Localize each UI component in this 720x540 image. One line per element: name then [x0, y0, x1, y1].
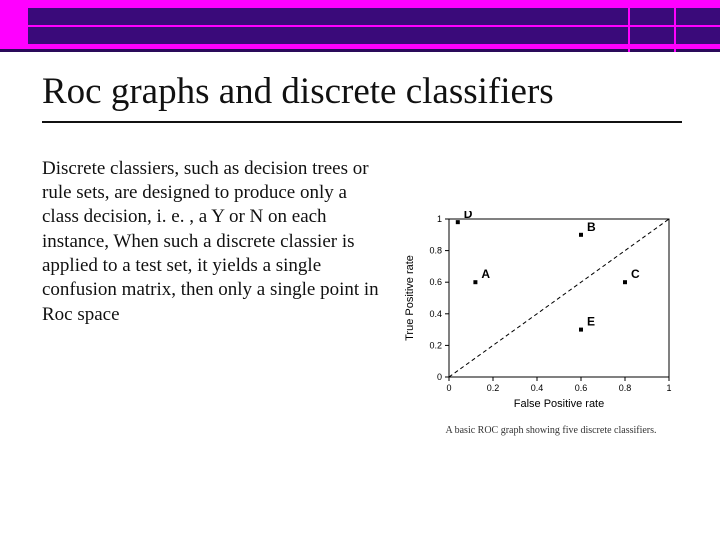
- svg-text:0.2: 0.2: [487, 383, 500, 393]
- svg-text:0.6: 0.6: [575, 383, 588, 393]
- svg-text:0: 0: [437, 372, 442, 382]
- roc-chart-container: 0 0.2 0.4 0.6 0.8 1 0 0.2 0.4 0.6 0.8 1 A B C D E False P…: [394, 211, 684, 436]
- svg-text:0.2: 0.2: [429, 340, 442, 350]
- svg-text:E: E: [587, 314, 595, 328]
- svg-text:0: 0: [446, 383, 451, 393]
- body-paragraph: Discrete classiers, such as decision tre…: [42, 157, 380, 327]
- title-block: Roc graphs and discrete classifiers: [0, 52, 720, 129]
- header-bar-separator: [28, 25, 720, 27]
- title-underline: [42, 121, 682, 123]
- svg-text:1: 1: [437, 214, 442, 224]
- svg-text:C: C: [631, 267, 640, 281]
- svg-text:A: A: [481, 267, 490, 281]
- svg-text:B: B: [587, 219, 596, 233]
- slide-title: Roc graphs and discrete classifiers: [42, 72, 678, 113]
- svg-text:0.8: 0.8: [429, 245, 442, 255]
- header-bar-notch: [628, 0, 676, 52]
- content-row: Discrete classiers, such as decision tre…: [0, 129, 720, 436]
- svg-text:0.8: 0.8: [619, 383, 632, 393]
- svg-text:False Positive rate: False Positive rate: [514, 398, 604, 410]
- svg-text:0.6: 0.6: [429, 277, 442, 287]
- chart-caption: A basic ROC graph showing five discrete …: [406, 425, 696, 436]
- svg-text:0.4: 0.4: [531, 383, 544, 393]
- svg-text:0.4: 0.4: [429, 308, 442, 318]
- decorative-header-bar: [0, 0, 720, 52]
- roc-scatter-chart: 0 0.2 0.4 0.6 0.8 1 0 0.2 0.4 0.6 0.8 1 A B C D E False P…: [399, 211, 679, 411]
- svg-text:D: D: [464, 211, 473, 221]
- svg-text:1: 1: [666, 383, 671, 393]
- svg-text:True Positive rate: True Positive rate: [404, 255, 416, 341]
